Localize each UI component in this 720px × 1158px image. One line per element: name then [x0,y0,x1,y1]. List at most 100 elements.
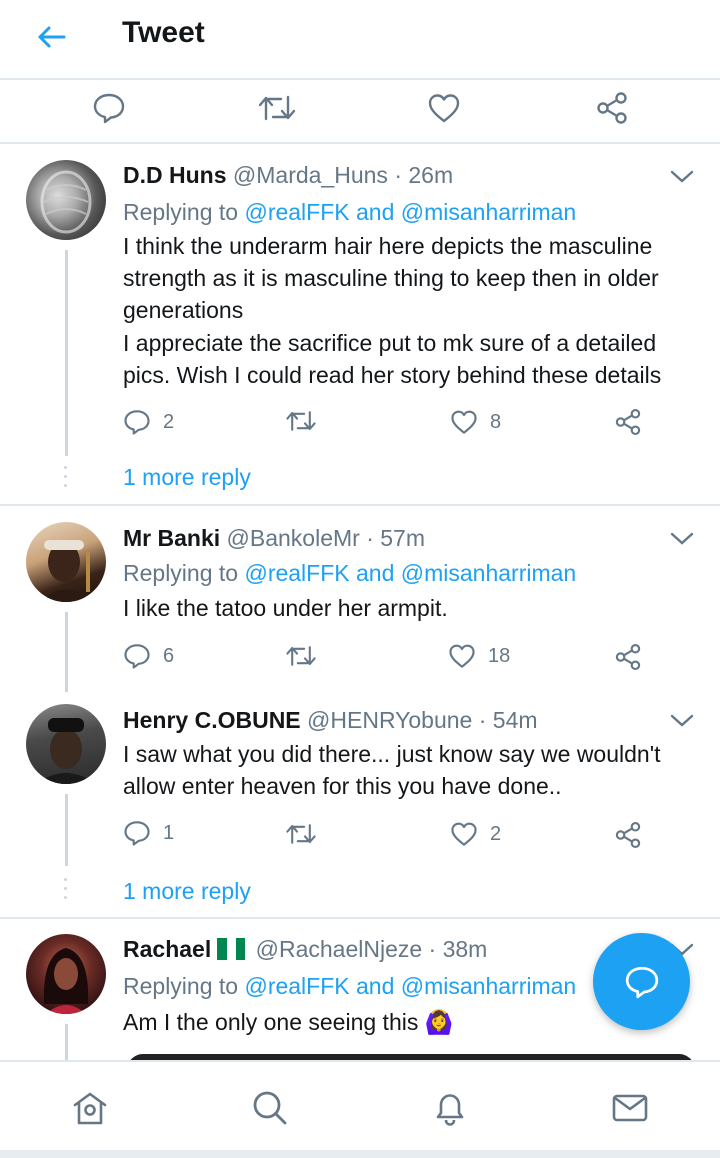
bottom-navigation [0,1060,720,1150]
tweet-text: I think the underarm hair here depicts t… [123,233,662,388]
reply-tweet[interactable]: D.D Huns @Marda_Huns · 26m Replying to @… [0,144,720,506]
home-icon [73,1092,107,1125]
user-handle[interactable]: @RachaelNjeze [256,936,423,962]
display-name[interactable]: Henry C.OBUNE [123,707,301,733]
thread-dots [64,878,68,905]
like-count: 8 [490,410,502,433]
display-name[interactable]: D.D Huns [123,162,227,188]
share-button[interactable] [587,86,637,130]
avatar-image [40,170,92,234]
like-icon [449,644,475,668]
replying-to: Replying to @realFFK and @misanharriman [123,973,577,999]
avatar[interactable] [26,704,106,784]
nigeria-flag-icon [217,936,246,960]
like-icon [451,410,477,434]
reply-header: Mr Banki @BankoleMr · 57m [123,522,425,554]
like-icon [428,94,460,123]
thread-line [65,1024,68,1060]
avatar[interactable] [26,522,106,602]
reply-button[interactable]: 1 [123,819,174,847]
user-handle[interactable]: @Marda_Huns [233,162,388,188]
retweet-button[interactable] [285,408,329,434]
reply-header: D.D Huns @Marda_Huns · 26m [123,159,453,191]
chevron-down-icon [670,170,694,183]
nav-messages[interactable] [608,1086,652,1130]
like-button[interactable]: 18 [448,642,510,670]
replying-to-link[interactable]: @realFFK and @misanharriman [244,199,576,225]
timestamp: · 26m [394,162,454,188]
display-name[interactable]: Mr Banki [123,525,220,551]
tweet-text: I like the tatoo under her armpit. [123,595,448,621]
reply-icon [124,644,150,669]
thread-line [65,250,68,456]
timestamp: · 54m [478,707,538,733]
avatar[interactable] [26,160,106,240]
reply-count: 2 [163,410,175,433]
like-count: 2 [490,822,502,845]
reply-button[interactable] [84,86,134,130]
replying-to: Replying to @realFFK and @misanharriman [123,560,577,586]
display-name[interactable]: Rachael [123,936,211,962]
reply-header: Henry C.OBUNE @HENRYobune · 54m [123,704,538,736]
reply-count: 1 [163,821,175,844]
avatar-image [36,718,96,784]
avatar[interactable] [26,934,106,1014]
reply-button[interactable]: 2 [123,408,174,436]
reply-tweet[interactable]: Mr Banki @BankoleMr · 57m Replying to @r… [0,506,720,692]
retweet-button[interactable] [285,821,329,847]
more-options-button[interactable] [668,712,696,736]
search-icon [253,1091,287,1125]
reply-icon [625,966,658,998]
share-icon [615,821,641,849]
top-app-bar: Tweet [0,0,720,80]
replying-to-link[interactable]: @realFFK and @misanharriman [244,973,576,999]
nav-search[interactable] [248,1086,292,1130]
notifications-icon [436,1094,464,1126]
replying-to-link[interactable]: @realFFK and @misanharriman [244,560,576,586]
share-icon [615,643,641,671]
more-replies-link[interactable]: 1 more reply [123,878,251,905]
retweet-icon [286,824,316,844]
share-button[interactable] [614,643,642,671]
reply-button[interactable]: 6 [123,642,174,670]
thread-line [65,612,68,692]
retweet-button[interactable] [285,643,329,669]
nav-home[interactable] [68,1086,112,1130]
system-bar-edge [0,1150,720,1158]
retweet-icon [258,95,296,121]
retweet-button[interactable] [252,86,302,130]
more-options-button[interactable] [668,168,696,192]
retweet-icon [286,646,316,666]
reply-icon [124,410,150,435]
avatar-image [40,540,92,602]
like-count: 18 [488,644,511,667]
user-handle[interactable]: @HENRYobune [307,707,472,733]
retweet-icon [286,411,316,431]
timestamp: · 57m [366,525,426,551]
reply-header: Rachael @RachaelNjeze · 38m [123,933,487,965]
more-replies-link[interactable]: 1 more reply [123,464,251,491]
back-button[interactable] [30,18,72,56]
timestamp: · 38m [428,936,488,962]
like-icon [451,822,477,846]
like-button[interactable] [419,86,469,130]
thread-line [65,794,68,866]
nav-notifications[interactable] [428,1086,472,1130]
reply-tweet[interactable]: Henry C.OBUNE @HENRYobune · 54m I saw wh… [0,692,720,919]
avatar-image [43,948,89,1014]
more-options-button[interactable] [668,530,696,554]
replying-to: Replying to @realFFK and @misanharriman [123,199,577,225]
tweet-text: I saw what you did there... just know sa… [123,741,661,800]
like-button[interactable]: 2 [450,820,501,848]
messages-icon [612,1094,648,1122]
reply-icon [124,821,150,846]
like-button[interactable]: 8 [450,408,501,436]
page-title: Tweet [122,16,205,49]
compose-reply-button[interactable] [593,933,690,1030]
chevron-down-icon [670,714,694,727]
reply-count: 6 [163,644,175,667]
share-button[interactable] [614,821,642,849]
user-handle[interactable]: @BankoleMr [227,525,360,551]
share-button[interactable] [614,408,642,436]
reply-icon [93,93,125,124]
